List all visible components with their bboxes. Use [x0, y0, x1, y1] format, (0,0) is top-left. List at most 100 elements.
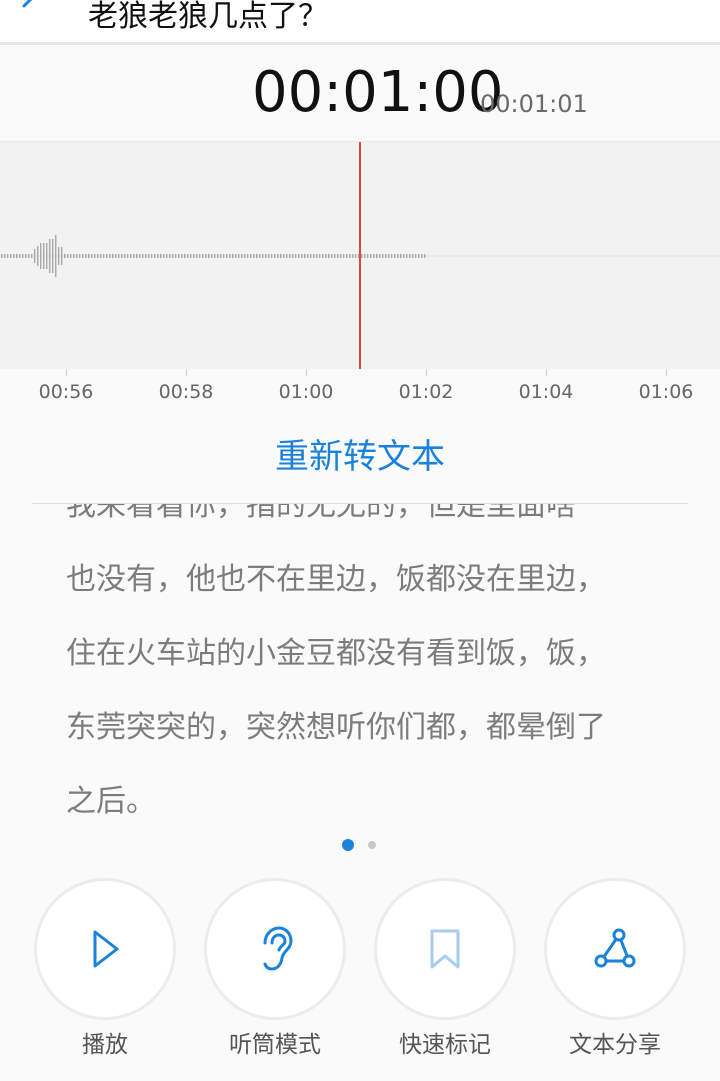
waveform-bar [298, 254, 300, 258]
share-icon [594, 928, 636, 968]
tick-mark [186, 369, 187, 376]
quick-mark-label: 快速标记 [399, 1032, 491, 1058]
waveform-bar [274, 254, 276, 258]
play-button-circle[interactable] [34, 878, 176, 1020]
waveform-bar [136, 254, 138, 258]
waveform-bar [169, 254, 171, 258]
tick-label: 01:00 [278, 381, 334, 403]
waveform-panel[interactable] [0, 141, 720, 371]
bookmark-icon [430, 929, 460, 969]
waveform-bar [142, 254, 144, 258]
page-title: 老狼老狼几点了？ [88, 0, 328, 34]
waveform-bar [394, 254, 396, 258]
quick-mark-button[interactable]: 快速标记 [374, 878, 516, 1058]
waveform-bar [79, 254, 81, 258]
share-text-button[interactable]: 文本分享 [544, 878, 686, 1058]
waveform-bar [73, 254, 75, 258]
waveform-bar [22, 254, 24, 258]
waveform-bar [166, 254, 168, 258]
waveform-bar [16, 254, 18, 258]
waveform-bar [379, 254, 381, 258]
waveform-bar [400, 254, 402, 258]
waveform-bar [25, 254, 27, 258]
waveform-bar [313, 254, 315, 258]
waveform-bar [196, 254, 198, 258]
waveform-bar [7, 254, 9, 258]
waveform-bar [412, 254, 414, 258]
waveform-bar [217, 254, 219, 258]
reconvert-text-button[interactable]: 重新转文本 [0, 432, 720, 482]
waveform-bar [373, 254, 375, 258]
waveform-bar [283, 254, 285, 258]
share-text-circle[interactable] [544, 878, 686, 1020]
tick-label: 00:58 [158, 381, 214, 403]
waveform-bar [256, 254, 258, 258]
waveform-bar [289, 254, 291, 258]
waveform-bar [151, 254, 153, 258]
waveform-bar [304, 254, 306, 258]
waveform-bar [235, 254, 237, 258]
waveform-bar [355, 254, 357, 258]
earpiece-mode-button[interactable]: 听筒模式 [204, 878, 346, 1058]
waveform-bar [376, 254, 378, 258]
waveform-bar [241, 254, 243, 258]
tick-label: 00:56 [38, 381, 94, 403]
tick-label: 01:02 [398, 381, 454, 403]
play-button[interactable]: 播放 [34, 878, 176, 1058]
waveform-bar [97, 254, 99, 258]
waveform-bar [388, 254, 390, 258]
waveform-bar [163, 254, 165, 258]
waveform-bar [214, 254, 216, 258]
waveform-bar [319, 254, 321, 258]
tick-mark [666, 369, 667, 376]
title-bar: 老狼老狼几点了？ [0, 0, 720, 45]
waveform-bar [262, 254, 264, 258]
waveform-bar [187, 254, 189, 258]
transcript-line: 之后。 [66, 784, 156, 819]
waveform-bar [82, 254, 84, 258]
waveform-bar [193, 254, 195, 258]
waveform-bar [109, 254, 111, 258]
waveform-bar [181, 254, 183, 258]
play-icon [93, 930, 119, 968]
waveform-bar [403, 254, 405, 258]
waveform-bar [76, 254, 78, 258]
waveform-bar [229, 254, 231, 258]
waveform-bar [46, 243, 48, 269]
waveform-bar [349, 254, 351, 258]
transcript-area[interactable]: 我来看看你，指的无无的，但是里面啥 也没有，他也不在里边，饭都没在里边， 住在火… [0, 504, 720, 830]
waveform-bar [52, 239, 54, 273]
waveform-bar [49, 239, 51, 273]
earpiece-mode-label: 听筒模式 [229, 1032, 321, 1058]
waveform-bar [157, 254, 159, 258]
waveform-bar [361, 254, 363, 258]
waveform-bar [199, 254, 201, 258]
waveform-bar [100, 254, 102, 258]
waveform-bar [301, 254, 303, 258]
tick-mark [66, 369, 67, 376]
waveform-bar [28, 254, 30, 258]
transcript-line: 我来看看你，指的无无的，但是里面啥 [66, 504, 576, 523]
waveform-bar [58, 247, 60, 265]
waveform-bar [220, 254, 222, 258]
waveform-bar [286, 254, 288, 258]
tick-mark [426, 369, 427, 376]
waveform-bar [34, 249, 36, 263]
waveform-graph[interactable] [0, 142, 720, 370]
waveform-bar [61, 247, 63, 265]
waveform-bar [370, 254, 372, 258]
waveform-bar [31, 254, 33, 258]
tick-mark [306, 369, 307, 376]
waveform-bar [337, 254, 339, 258]
waveform-bar [415, 254, 417, 258]
waveform-bar [226, 254, 228, 258]
quick-mark-circle[interactable] [374, 878, 516, 1020]
waveform-bar [88, 254, 90, 258]
waveform-bar [118, 254, 120, 258]
waveform-bar [406, 254, 408, 258]
earpiece-mode-circle[interactable] [204, 878, 346, 1020]
waveform-bar [40, 243, 42, 269]
waveform-bar [211, 254, 213, 258]
waveform-bar [154, 254, 156, 258]
back-arrow-icon[interactable] [6, 0, 42, 22]
